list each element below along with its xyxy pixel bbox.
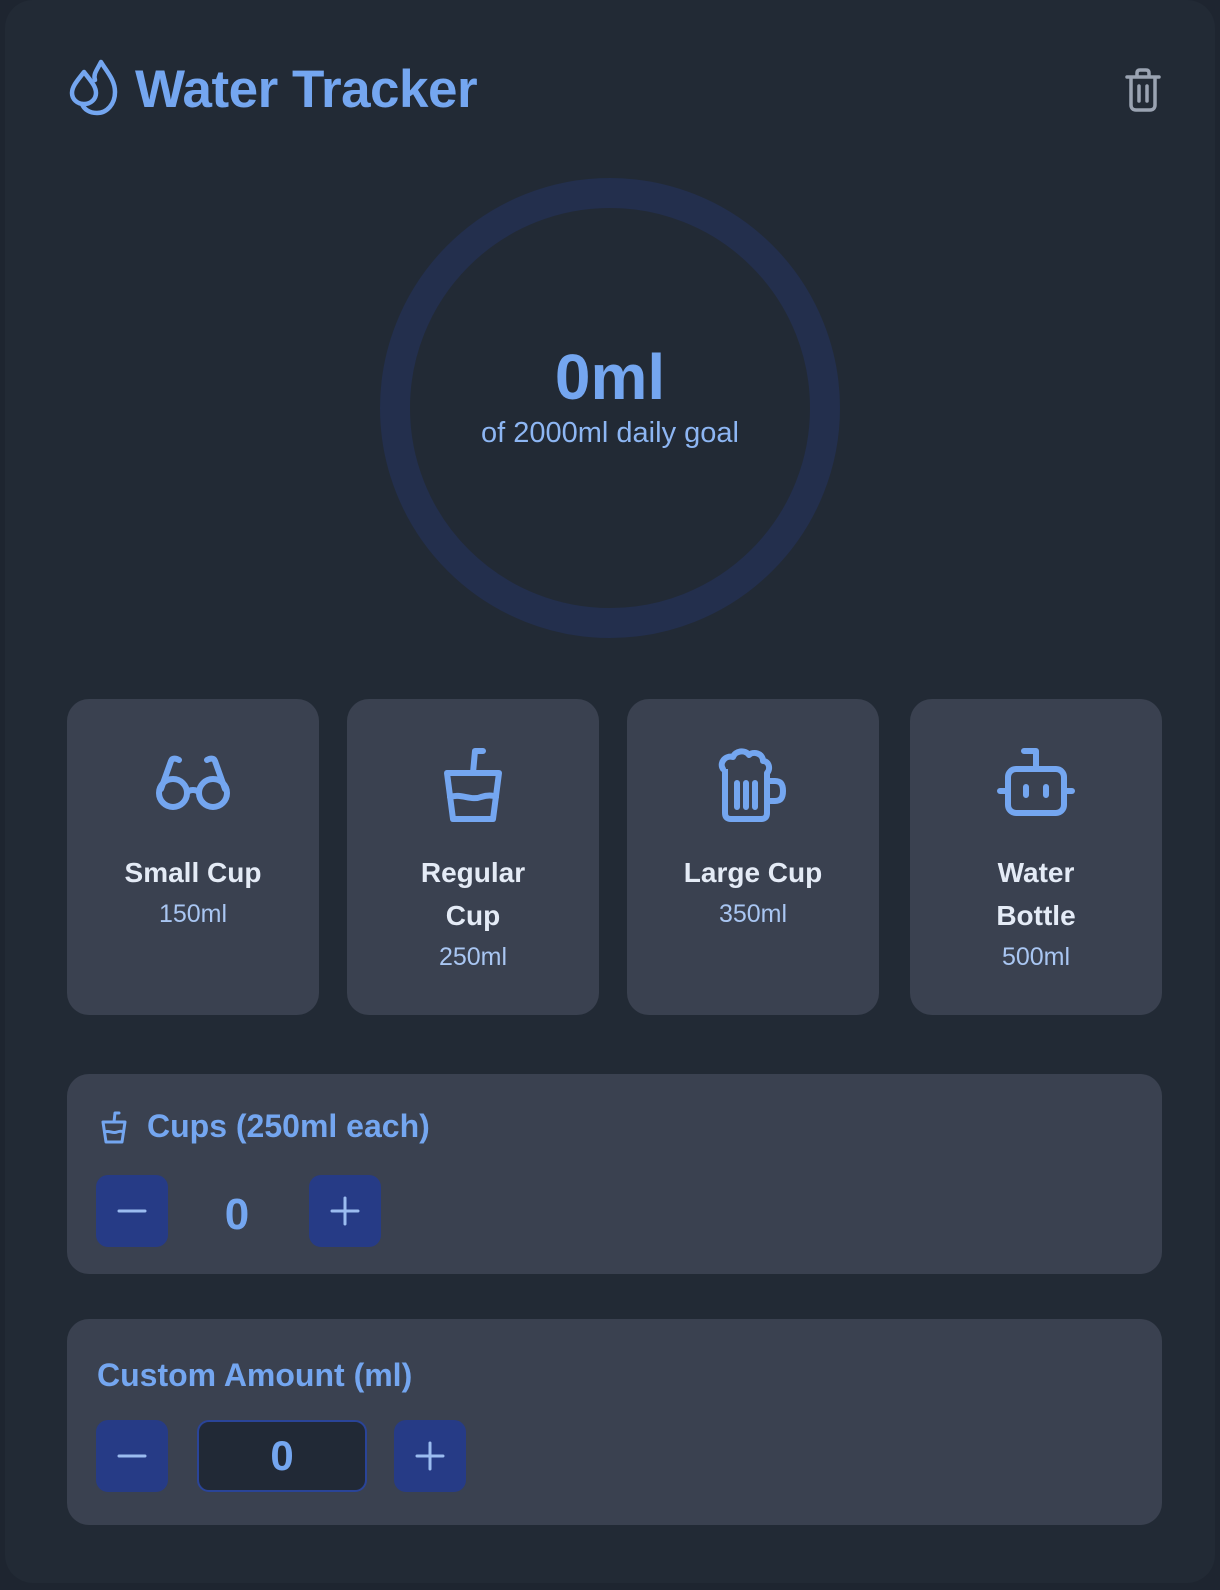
- beer-mug-icon: [718, 748, 786, 822]
- minus-icon: [117, 1454, 147, 1458]
- preset-name: Regular Cup: [420, 857, 526, 931]
- glasses-icon: [156, 755, 230, 810]
- preset-water-bottle[interactable]: Water Bottle 500ml: [910, 699, 1162, 1015]
- minus-icon: [117, 1209, 147, 1213]
- cups-panel: Cups (250ml each) 0: [67, 1074, 1162, 1274]
- plus-icon: [330, 1196, 360, 1226]
- robot-icon: [997, 748, 1075, 816]
- current-amount: 0ml: [554, 340, 666, 413]
- custom-amount-panel: Custom Amount (ml): [67, 1319, 1162, 1525]
- preset-amount: 150ml: [158, 900, 228, 928]
- cups-increment-button[interactable]: [309, 1175, 381, 1247]
- header: Water Tracker: [67, 58, 1167, 128]
- clear-button[interactable]: [1117, 64, 1169, 116]
- custom-amount-title: Custom Amount (ml): [97, 1357, 413, 1393]
- custom-decrement-button[interactable]: [96, 1420, 168, 1492]
- preset-regular-cup[interactable]: Regular Cup 250ml: [347, 699, 599, 1015]
- preset-label: Regular Cup 250ml: [347, 851, 599, 977]
- preset-buttons: Small Cup 150ml Regular Cup 250ml Large …: [67, 699, 1162, 1015]
- water-tracker-card: Water Tracker 0ml of 2000ml daily goal S…: [5, 0, 1215, 1583]
- droplets-icon: [69, 59, 118, 116]
- preset-large-cup[interactable]: Large Cup 350ml: [627, 699, 879, 1015]
- cups-count: 0: [224, 1190, 250, 1239]
- cup-with-straw-icon: [101, 1111, 127, 1143]
- custom-increment-button[interactable]: [394, 1420, 466, 1492]
- cups-decrement-button[interactable]: [96, 1175, 168, 1247]
- preset-label: Small Cup 150ml: [67, 851, 319, 934]
- cups-title: Cups (250ml each): [97, 1108, 430, 1145]
- daily-goal: of 2000ml daily goal: [481, 416, 739, 449]
- preset-label: Water Bottle 500ml: [910, 851, 1162, 977]
- preset-name: Water Bottle: [996, 857, 1076, 931]
- custom-amount-input[interactable]: [197, 1420, 367, 1492]
- preset-label: Large Cup 350ml: [627, 851, 879, 934]
- progress-text: 0ml of 2000ml daily goal: [380, 178, 840, 638]
- preset-name: Large Cup: [683, 857, 823, 888]
- preset-small-cup[interactable]: Small Cup 150ml: [67, 699, 319, 1015]
- preset-name: Small Cup: [124, 857, 262, 888]
- plus-icon: [415, 1441, 445, 1471]
- trash-icon: [1125, 68, 1161, 112]
- header-brand: Water Tracker: [67, 58, 478, 120]
- preset-amount: 500ml: [1001, 943, 1071, 971]
- page-title: Water Tracker: [135, 59, 478, 119]
- preset-amount: 250ml: [438, 943, 508, 971]
- preset-amount: 350ml: [718, 900, 788, 928]
- cups-title-text: Cups (250ml each): [147, 1108, 430, 1144]
- cup-with-straw-icon: [444, 748, 502, 822]
- progress-ring: 0ml of 2000ml daily goal: [380, 178, 840, 638]
